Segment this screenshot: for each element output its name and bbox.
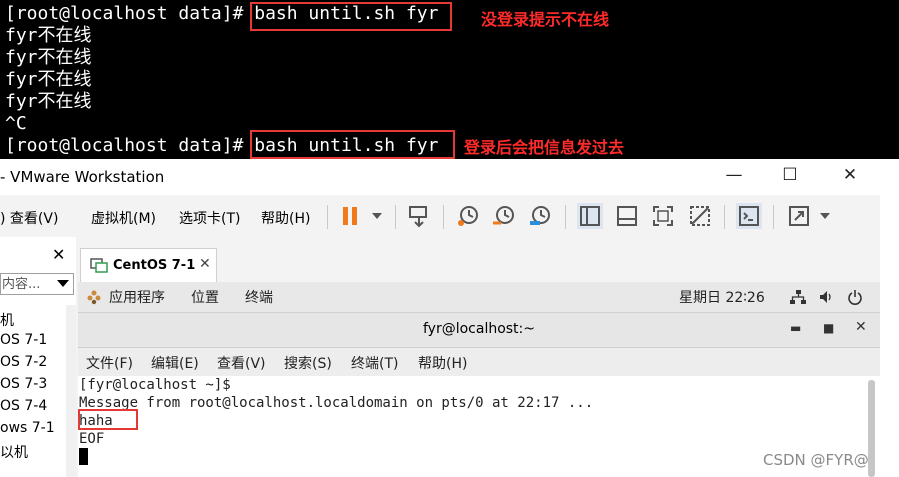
terminal-line: fyr不在线 <box>5 69 92 90</box>
menu-places[interactable]: 位置 <box>191 287 219 307</box>
menu-help[interactable]: 帮助(H) <box>418 353 467 373</box>
library-item[interactable]: ows 7-1 <box>0 420 55 436</box>
chevron-down-icon[interactable] <box>812 203 838 229</box>
window-title: - VMware Workstation <box>0 168 165 186</box>
library-item[interactable]: OS 7-4 <box>0 398 47 414</box>
terminal-line: Message from root@localhost.localdomain … <box>79 395 594 411</box>
terminal-cursor <box>79 448 88 465</box>
library-item[interactable]: OS 7-1 <box>0 332 47 348</box>
library-item[interactable]: 以机 <box>0 442 28 462</box>
menu-vm[interactable]: 虚拟机(M) <box>91 208 156 228</box>
full-screen-icon[interactable] <box>650 203 676 229</box>
clock[interactable]: 星期日 22∶26 <box>679 287 765 307</box>
apps-menu-icon <box>87 290 101 305</box>
command-highlight-box <box>250 130 455 159</box>
tab-label: CentOS 7-1 <box>113 258 196 273</box>
watermark: CSDN @FYR@ <box>763 451 869 469</box>
toolbar-separator <box>565 205 566 229</box>
close-icon[interactable]: ✕ <box>838 165 862 185</box>
pause-icon[interactable] <box>338 203 364 229</box>
toolbar-separator <box>724 205 725 229</box>
volume-icon[interactable] <box>818 289 834 305</box>
menu-help[interactable]: 帮助(H) <box>261 208 310 228</box>
vmware-window: - VMware Workstation — ☐ ✕ ) 查看(V) 虚拟机(M… <box>0 159 880 477</box>
gnome-top-bar: 应用程序 位置 终端 星期日 22∶26 <box>78 282 880 313</box>
toolbar-separator <box>773 205 774 229</box>
menu-terminal[interactable]: 终端 <box>245 287 273 307</box>
close-icon[interactable]: ✕ <box>52 245 65 264</box>
power-icon[interactable] <box>847 289 863 305</box>
terminal-line: ^C <box>5 113 27 134</box>
close-icon[interactable]: ✕ <box>199 256 211 272</box>
menu-search[interactable]: 搜索(S) <box>284 353 332 373</box>
terminal-line: fyr不在线 <box>5 91 92 112</box>
minimize-icon[interactable]: ▬ <box>790 321 801 335</box>
terminal-menu-bar: 文件(F) 编辑(E) 查看(V) 搜索(S) 终端(T) 帮助(H) <box>78 348 880 376</box>
command-highlight-box <box>250 2 452 31</box>
toolbar-separator <box>443 205 444 229</box>
minimize-icon[interactable]: — <box>722 165 746 185</box>
menu-file[interactable]: 文件(F) <box>86 353 133 373</box>
message-highlight-box <box>78 409 138 430</box>
close-icon[interactable]: ✕ <box>855 319 867 335</box>
menu-tabs[interactable]: 选项卡(T) <box>179 208 240 228</box>
unity-icon[interactable] <box>687 203 713 229</box>
network-icon[interactable] <box>789 289 807 305</box>
chevron-down-icon[interactable] <box>364 203 390 229</box>
chevron-down-icon[interactable] <box>57 280 69 287</box>
toolbar-separator <box>327 205 328 229</box>
send-ctrl-alt-del-icon[interactable] <box>406 203 432 229</box>
library-item[interactable]: 机 <box>0 310 14 330</box>
title-bar: - VMware Workstation — ☐ ✕ <box>0 159 880 195</box>
terminal-line: EOF <box>79 431 105 447</box>
library-item[interactable]: OS 7-3 <box>0 376 47 392</box>
terminal-line: [fyr@localhost ~]$ <box>79 377 231 393</box>
stretch-view-icon[interactable] <box>786 203 812 229</box>
library-view-icon[interactable] <box>577 203 603 229</box>
toolbar-separator <box>395 205 396 229</box>
library-scrollbar[interactable] <box>66 305 76 477</box>
terminal-line: fyr不在线 <box>5 47 92 68</box>
search-placeholder: 内容... <box>2 277 41 292</box>
menu-view[interactable]: 查看(V) <box>217 353 266 373</box>
annotation-not-online: 没登录提示不在线 <box>481 10 610 29</box>
thumbnail-bar-icon[interactable] <box>614 203 640 229</box>
snapshot-icon[interactable] <box>455 203 481 229</box>
snapshot-manager-icon[interactable] <box>527 203 553 229</box>
terminal-line: fyr不在线 <box>5 25 92 46</box>
tab-centos-7-1[interactable]: CentOS 7-1 ✕ <box>80 248 217 282</box>
guest-terminal-window: fyr@localhost:~ ▬ ■ ✕ 文件(F) 编辑(E) 查看(V) … <box>78 313 880 477</box>
menu-applications[interactable]: 应用程序 <box>109 287 165 307</box>
vm-icon <box>90 258 108 273</box>
annotation-send-after-login: 登录后会把信息发过去 <box>464 138 625 157</box>
guest-display[interactable]: 应用程序 位置 终端 星期日 22∶26 fyr@localhost:~ ▬ ■… <box>78 282 880 477</box>
host-terminal[interactable]: [root@localhost data]# bash until.sh fyr… <box>0 0 899 159</box>
library-search-input[interactable]: 内容... <box>0 273 74 295</box>
terminal-output[interactable]: [fyr@localhost ~]$ Message from root@loc… <box>78 376 866 477</box>
library-item[interactable]: OS 7-2 <box>0 354 47 370</box>
maximize-icon[interactable]: ☐ <box>778 165 802 185</box>
terminal-title: fyr@localhost:~ <box>422 321 535 337</box>
terminal-title-bar: fyr@localhost:~ ▬ ■ ✕ <box>78 313 880 348</box>
menu-edit[interactable]: 编辑(E) <box>151 353 199 373</box>
library-panel: ✕ 内容... 机 OS 7-1 OS 7-2 OS 7-3 OS 7-4 ow… <box>0 237 76 477</box>
console-view-icon[interactable] <box>736 203 762 229</box>
menu-view[interactable]: ) 查看(V) <box>0 208 58 228</box>
menu-terminal[interactable]: 终端(T) <box>351 353 398 373</box>
menu-toolbar: ) 查看(V) 虚拟机(M) 选项卡(T) 帮助(H) <box>0 195 880 237</box>
terminal-scrollbar[interactable] <box>868 380 875 477</box>
maximize-icon[interactable]: ■ <box>823 321 834 335</box>
revert-snapshot-icon[interactable] <box>491 203 517 229</box>
